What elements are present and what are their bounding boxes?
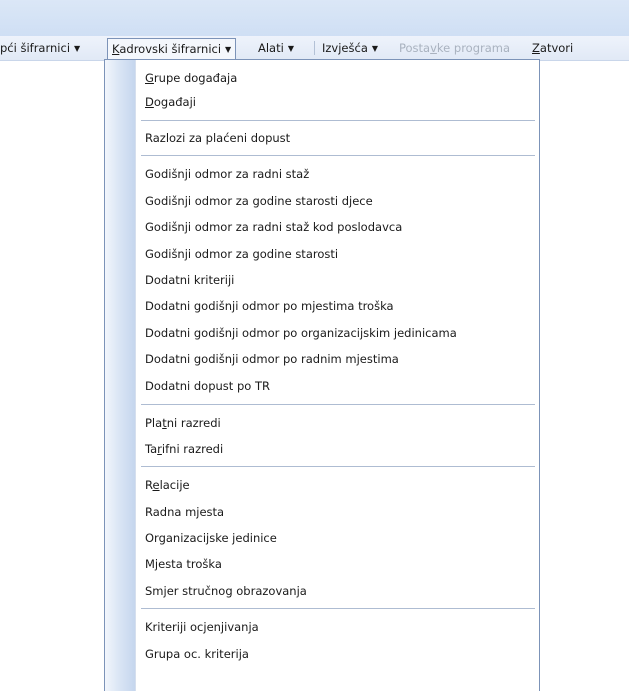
menu-item-smjer-strucnog-obrazovanja[interactable]: Smjer stručnog obrazovanja	[145, 581, 307, 601]
menu-kadrovski-sifrarnici[interactable]: Kadrovski šifrarnici ▼	[107, 38, 237, 60]
menu-item-dogadaji[interactable]: Događaji	[145, 92, 196, 112]
menu-separator	[141, 608, 535, 609]
app-window: pći šifrarnici ▼ Kadrovski šifrarnici ▼ Al…	[0, 0, 629, 691]
dropdown-arrow-icon: ▼	[74, 44, 81, 53]
menu-item-kriteriji-ocjenjivanja[interactable]: Kriteriji ocjenjivanja	[145, 617, 259, 637]
menu-item-platni-razredi[interactable]: Platni razredi	[145, 413, 221, 433]
menu-separator	[314, 41, 315, 55]
menu-item-mjesta-troska[interactable]: Mjesta troška	[145, 554, 222, 574]
menu-separator	[141, 404, 535, 405]
menu-item-tarifni-razredi[interactable]: Tarifni razredi	[145, 439, 223, 459]
menu-separator	[141, 155, 535, 156]
menu-item-grupe-dogadaja[interactable]: Grupe događaja	[145, 68, 237, 88]
menu-opci-sifrarnici[interactable]: pći šifrarnici ▼	[0, 38, 83, 58]
menu-alati[interactable]: Alati ▼	[255, 38, 297, 58]
title-area	[0, 0, 629, 36]
menu-separator	[141, 466, 535, 467]
menu-zatvori[interactable]: Zatvori	[529, 38, 576, 58]
menu-item-radna-mjesta[interactable]: Radna mjesta	[145, 502, 224, 522]
menu-item-go-staz-kod-poslodavca[interactable]: Godišnji odmor za radni staž kod posloda…	[145, 217, 402, 237]
menu-item-razlozi-za-placeni-dopust[interactable]: Razlozi za plaćeni dopust	[145, 128, 290, 148]
menu-icon-gutter	[105, 60, 136, 691]
menu-item-dodatni-kriteriji[interactable]: Dodatni kriteriji	[145, 270, 234, 290]
menu-item-dodatni-go-mjesta-troska[interactable]: Dodatni godišnji odmor po mjestima trošk…	[145, 296, 394, 316]
dropdown-arrow-icon: ▼	[371, 44, 379, 53]
menu-item-go-radni-staz[interactable]: Godišnji odmor za radni staž	[145, 164, 309, 184]
menu-item-relacije[interactable]: Relacije	[145, 475, 190, 495]
dropdown-arrow-icon: ▼	[225, 45, 232, 54]
menu-izvjesca[interactable]: Izvješća ▼	[319, 38, 381, 58]
menu-item-dodatni-go-org-jedinice[interactable]: Dodatni godišnji odmor po organizacijski…	[145, 323, 457, 343]
menu-item-organizacijske-jedinice[interactable]: Organizacijske jedinice	[145, 528, 277, 548]
menu-item-go-starost-djece[interactable]: Godišnji odmor za godine starosti djece	[145, 191, 373, 211]
menu-item-dodatni-go-radna-mjesta[interactable]: Dodatni godišnji odmor po radnim mjestim…	[145, 349, 399, 369]
menu-postavke-programa[interactable]: Postavke programa	[396, 38, 513, 58]
dropdown-arrow-icon: ▼	[287, 44, 294, 53]
menu-item-grupa-oc-kriterija[interactable]: Grupa oc. kriterija	[145, 644, 249, 664]
menu-separator	[141, 120, 535, 121]
menu-item-go-godine-starosti[interactable]: Godišnji odmor za godine starosti	[145, 244, 338, 264]
menu-item-dodatni-dopust-tr[interactable]: Dodatni dopust po TR	[145, 376, 270, 396]
kadrovski-sifrarnici-dropdown: Grupe događaja Događaji Razlozi za plaće…	[104, 59, 540, 691]
menu-bar: pći šifrarnici ▼ Kadrovski šifrarnici ▼ Al…	[0, 36, 629, 61]
